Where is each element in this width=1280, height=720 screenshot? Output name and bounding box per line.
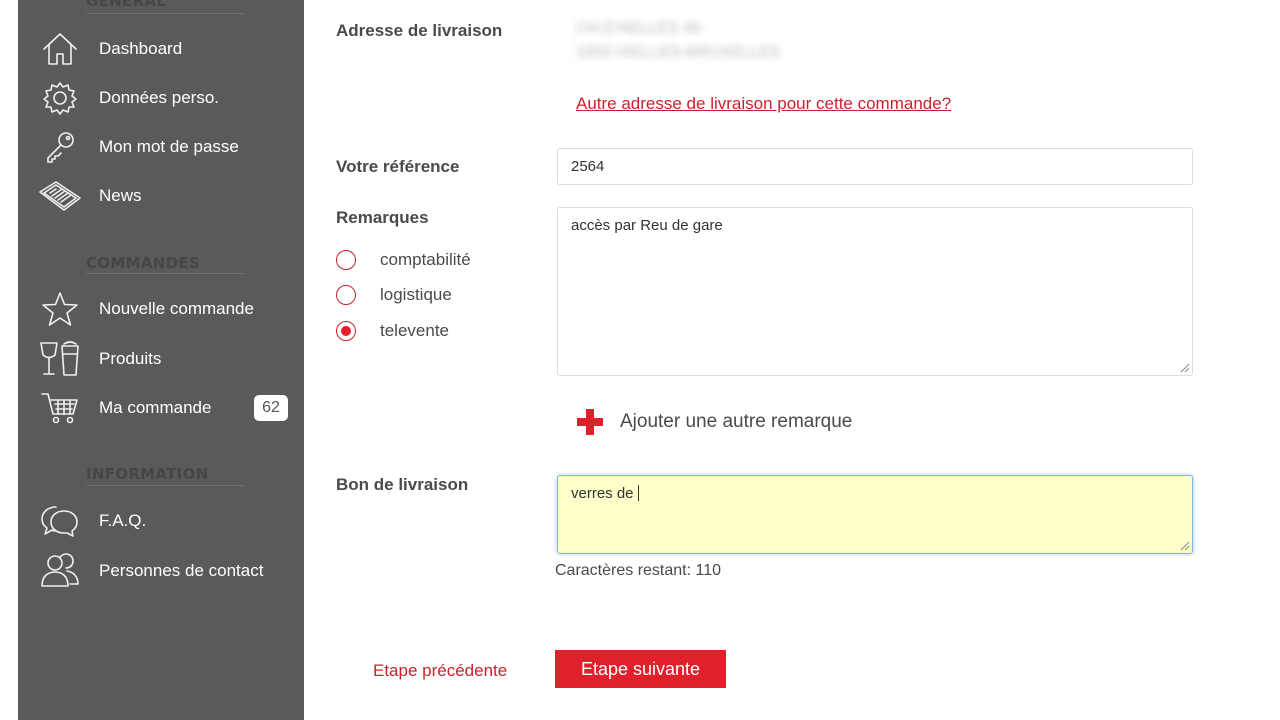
delivery-address-line-2: 1050 IXELLES-BRUXELLES xyxy=(576,44,781,61)
sidebar-item-label: Personnes de contact xyxy=(99,561,264,580)
sidebar-item-label: Produits xyxy=(99,349,162,368)
radio-label: logistique xyxy=(380,285,452,304)
radio-label: televente xyxy=(380,321,449,340)
plus-icon xyxy=(577,409,603,435)
delivery-address-line-1: CH.D'AELLES 46 xyxy=(576,20,701,37)
remarks-label: Remarques xyxy=(336,208,429,227)
sidebar-item-produits[interactable]: Produits xyxy=(18,337,304,381)
sidebar-item-label: Dashboard xyxy=(99,39,183,58)
section-divider xyxy=(86,273,244,274)
sidebar-item-label: Mon mot de passe xyxy=(99,137,239,156)
delivery-note-textarea[interactable]: verres de xyxy=(557,475,1193,554)
other-address-link[interactable]: Autre adresse de livraison pour cette co… xyxy=(576,94,951,114)
radio-selected-dot xyxy=(341,326,351,336)
newspaper-icon xyxy=(38,176,82,216)
cart-icon xyxy=(38,388,82,428)
section-divider xyxy=(86,13,244,14)
reference-label: Votre référence xyxy=(336,157,460,176)
sidebar-item-news[interactable]: News xyxy=(18,174,304,218)
sidebar-item-ma-commande[interactable]: Ma commande 62 xyxy=(18,386,304,430)
section-divider xyxy=(86,485,244,486)
sidebar-item-dashboard[interactable]: Dashboard xyxy=(18,27,304,71)
people-icon xyxy=(38,551,82,591)
sidebar-item-label: Nouvelle commande xyxy=(99,299,254,318)
radio-button[interactable] xyxy=(336,285,356,305)
remark-option-televente[interactable]: televente xyxy=(336,319,449,343)
sidebar: GÉNÉRAL Dashboard Données perso. Mon mot… xyxy=(18,0,304,720)
previous-step-link[interactable]: Etape précédente xyxy=(373,661,507,681)
next-step-button[interactable]: Etape suivante xyxy=(555,650,726,688)
delivery-address-label: Adresse de livraison xyxy=(336,21,503,40)
radio-button-selected[interactable] xyxy=(336,321,356,341)
sidebar-item-mot-de-passe[interactable]: Mon mot de passe xyxy=(18,125,304,169)
text-cursor xyxy=(637,485,639,501)
section-title-information: INFORMATION xyxy=(86,465,209,483)
sidebar-item-faq[interactable]: F.A.Q. xyxy=(18,499,304,543)
remark-option-logistique[interactable]: logistique xyxy=(336,283,452,307)
sidebar-item-label: Données perso. xyxy=(99,88,220,107)
cart-count-badge: 62 xyxy=(254,395,288,421)
key-icon xyxy=(38,127,82,167)
add-remark-button[interactable]: Ajouter une autre remarque xyxy=(575,406,852,438)
sidebar-item-label: News xyxy=(99,186,142,205)
remarks-text: accès par Reu de gare xyxy=(571,217,723,234)
remarks-textarea[interactable]: accès par Reu de gare xyxy=(557,207,1193,376)
home-icon xyxy=(38,29,82,69)
page: GÉNÉRAL Dashboard Données perso. Mon mot… xyxy=(0,0,1280,720)
chat-bubbles-icon xyxy=(38,501,82,541)
add-remark-label: Ajouter une autre remarque xyxy=(620,411,853,432)
sidebar-item-personnes-de-contact[interactable]: Personnes de contact xyxy=(18,549,304,593)
star-icon xyxy=(38,289,82,329)
sidebar-item-label: F.A.Q. xyxy=(99,511,147,530)
gear-icon xyxy=(38,78,82,118)
delivery-note-text: verres de xyxy=(571,485,638,502)
radio-button[interactable] xyxy=(336,250,356,270)
remark-option-comptabilite[interactable]: comptabilité xyxy=(336,248,471,272)
section-title-commandes: COMMANDES xyxy=(86,254,200,272)
radio-label: comptabilité xyxy=(380,250,471,269)
sidebar-item-nouvelle-commande[interactable]: Nouvelle commande xyxy=(18,287,304,331)
resize-grip-icon[interactable] xyxy=(1178,361,1190,373)
sidebar-item-donnees-perso[interactable]: Données perso. xyxy=(18,76,304,120)
characters-remaining: Caractères restant: 110 xyxy=(555,562,722,579)
section-title-general: GÉNÉRAL xyxy=(86,0,167,10)
resize-grip-icon[interactable] xyxy=(1178,539,1190,551)
reference-input[interactable]: 2564 xyxy=(557,148,1193,185)
glasses-icon xyxy=(38,339,82,379)
sidebar-item-label: Ma commande xyxy=(99,398,212,417)
delivery-note-label: Bon de livraison xyxy=(336,475,469,494)
